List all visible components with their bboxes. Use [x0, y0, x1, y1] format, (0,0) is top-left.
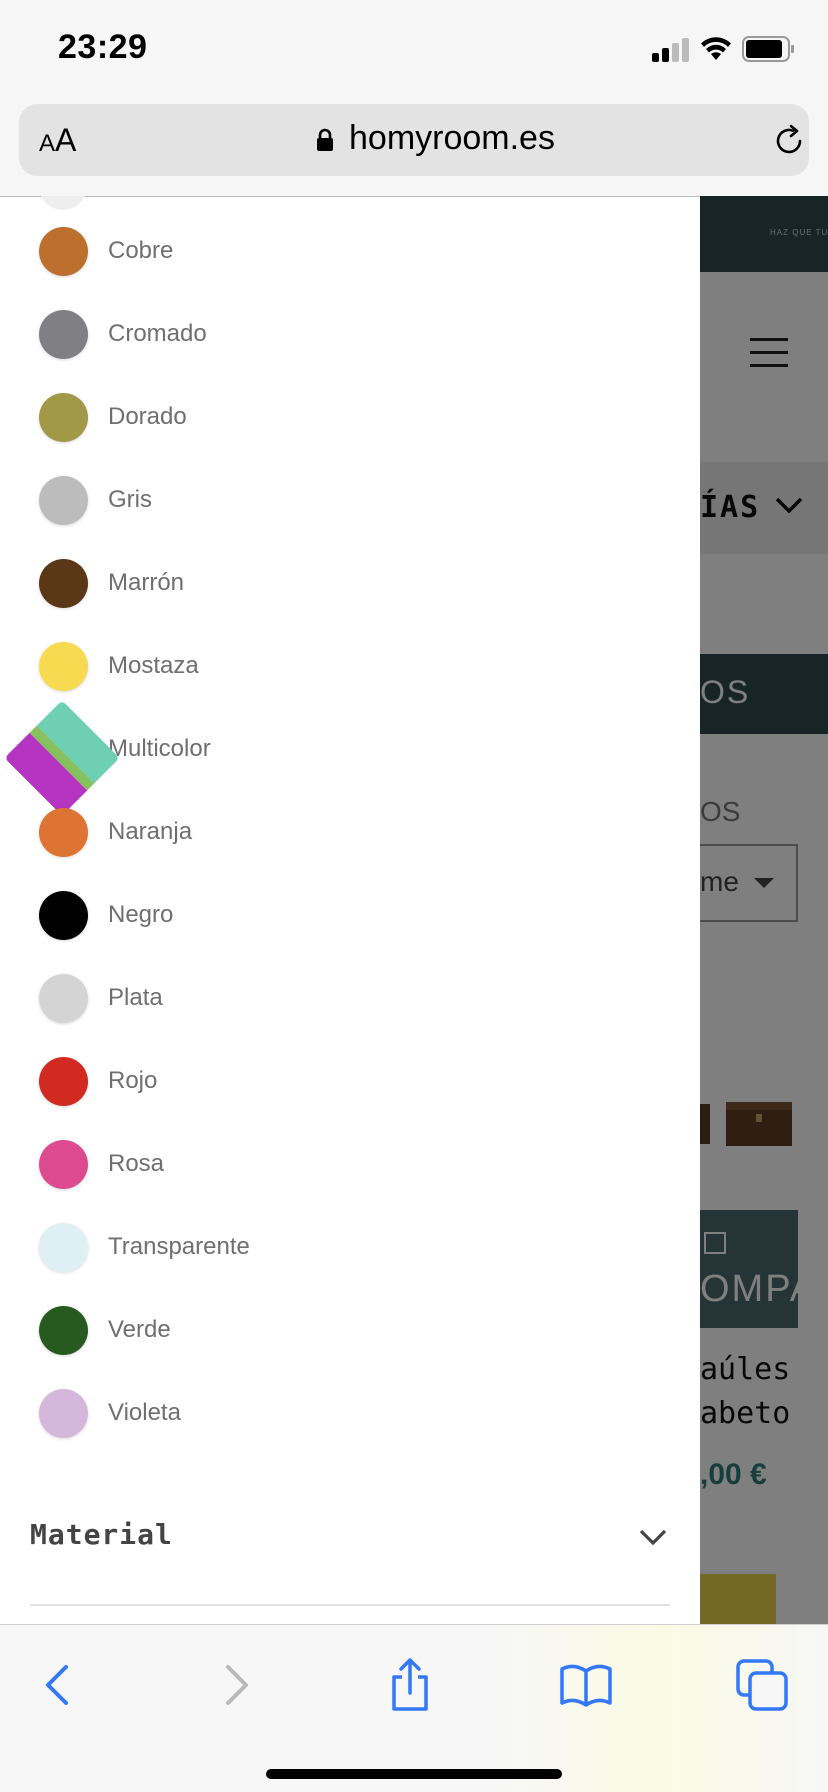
color-option[interactable]: Transparente [0, 1210, 700, 1293]
color-swatch[interactable] [39, 559, 88, 608]
material-filter-label: Material [30, 1518, 173, 1551]
color-label: Plata [108, 984, 163, 1011]
color-label: Violeta [108, 1399, 181, 1426]
color-swatch[interactable] [39, 1057, 88, 1106]
color-swatch[interactable] [39, 1223, 88, 1272]
text-size-large-label: A [55, 122, 77, 158]
color-label: Rojo [108, 1067, 158, 1094]
url-text[interactable]: homyroom.es [349, 119, 555, 158]
color-swatch[interactable] [39, 310, 88, 359]
wifi-icon [701, 37, 731, 60]
home-indicator [266, 1769, 562, 1779]
color-label: Gris [108, 486, 152, 513]
color-label: Cobre [108, 237, 174, 264]
material-filter-header[interactable]: Material [30, 1508, 670, 1568]
back-icon[interactable] [30, 1657, 86, 1713]
color-option[interactable]: Cromado [0, 297, 700, 380]
forward-icon[interactable] [208, 1657, 264, 1713]
color-option[interactable]: Rosa [0, 1127, 700, 1210]
color-label: Cromado [108, 320, 207, 347]
color-option[interactable]: Violeta [0, 1376, 700, 1459]
color-option[interactable]: Plata [0, 961, 700, 1044]
bookmarks-icon[interactable] [558, 1657, 614, 1713]
chevron-down-icon [639, 1529, 667, 1546]
color-label: Negro [108, 901, 174, 928]
color-swatch[interactable] [39, 1140, 88, 1189]
color-swatch[interactable] [39, 1389, 88, 1438]
text-size-button[interactable]: AA [39, 122, 76, 159]
color-option[interactable]: Multicolor [0, 700, 700, 816]
color-label: Dorado [108, 403, 187, 430]
drawer-overlay[interactable] [700, 196, 828, 1624]
color-label: Naranja [108, 818, 193, 845]
browser-toolbar [0, 1624, 828, 1792]
color-swatch[interactable] [39, 1306, 88, 1355]
color-swatch[interactable] [39, 227, 88, 276]
color-swatch[interactable] [39, 974, 88, 1023]
divider [0, 196, 700, 197]
divider [30, 1604, 670, 1606]
color-option[interactable]: Rojo [0, 1044, 700, 1127]
color-label: Rosa [108, 1150, 165, 1177]
color-swatch-partial[interactable] [39, 196, 87, 210]
tabs-icon[interactable] [734, 1657, 790, 1713]
color-swatch[interactable] [39, 891, 88, 940]
status-time: 23:29 [58, 28, 148, 66]
color-label: Transparente [108, 1233, 250, 1260]
lock-icon [317, 128, 333, 151]
color-option[interactable]: Cobre [0, 214, 700, 297]
color-option[interactable]: Marrón [0, 546, 700, 629]
color-swatch[interactable] [39, 393, 88, 442]
status-bar: 23:29 [0, 0, 828, 98]
address-bar[interactable]: AA homyroom.es [19, 104, 809, 176]
color-swatch[interactable] [39, 642, 88, 691]
text-size-small-label: A [39, 130, 56, 157]
color-option[interactable]: Verde [0, 1293, 700, 1376]
color-option[interactable]: Naranja [0, 795, 700, 878]
color-option[interactable]: Mostaza [0, 629, 700, 712]
battery-icon [742, 36, 794, 62]
color-option[interactable]: Negro [0, 878, 700, 961]
cellular-signal-icon [652, 36, 690, 62]
share-icon[interactable] [382, 1657, 438, 1713]
color-label: Mostaza [108, 652, 199, 679]
color-option[interactable]: Gris [0, 463, 700, 546]
background-page[interactable]: HAZ QUE TU ÍAS OS OS me OMPA aúles abeto… [700, 196, 828, 1624]
color-label: Verde [108, 1316, 171, 1343]
color-swatch[interactable] [39, 476, 88, 525]
color-label: Marrón [108, 569, 185, 596]
color-label: Multicolor [108, 735, 211, 762]
color-swatch[interactable] [39, 808, 88, 857]
reload-icon[interactable] [773, 124, 807, 158]
filter-drawer: Cobre Cromado Dorado Gris Marrón Mostaza Multi… [0, 196, 700, 1624]
color-option[interactable]: Dorado [0, 380, 700, 463]
